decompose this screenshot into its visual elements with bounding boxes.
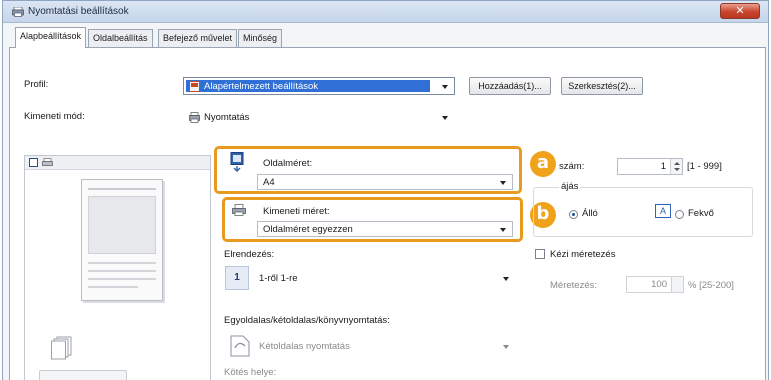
arrow-up-icon — [674, 162, 680, 165]
output-method-value: Nyomtatás — [204, 112, 250, 123]
copies-stepper[interactable]: 1 — [617, 158, 683, 175]
duplex-label: Egyoldalas/kétoldalas/könyvnyomtatás: — [224, 315, 390, 326]
edit-profile-button[interactable]: Szerkesztés(2)... — [561, 77, 643, 95]
scaling-label: Méretezés: — [550, 280, 597, 291]
profile-label: Profil: — [24, 79, 49, 90]
preview-line — [88, 270, 156, 272]
landscape-radio[interactable] — [675, 210, 684, 219]
profile-icon — [189, 81, 200, 92]
preview-line — [88, 188, 156, 190]
preview-toolbar — [25, 156, 210, 170]
badge-a: a — [530, 151, 556, 177]
preview-button[interactable] — [39, 370, 127, 380]
scaling-stepper[interactable]: 100 — [626, 276, 684, 293]
tab-finishing[interactable]: Befejező művelet — [158, 29, 238, 47]
add-profile-button[interactable]: Hozzáadás(1)... — [469, 77, 551, 95]
duplex-value: Kétoldalas nyomtatás — [259, 341, 350, 352]
print-preview-pane — [24, 155, 211, 380]
arrow-down-icon — [674, 168, 680, 171]
page-size-value: A4 — [263, 177, 275, 188]
preview-line — [88, 278, 156, 280]
tab-quality[interactable]: Minőség — [238, 29, 283, 47]
manual-scaling-checkbox[interactable] — [535, 249, 545, 259]
preview-image-block — [88, 196, 156, 254]
output-size-dropdown[interactable]: Oldalméret egyezzen — [257, 221, 513, 237]
printer-view-icon[interactable] — [42, 158, 53, 168]
binding-label: Kötés helye: — [224, 367, 277, 378]
landscape-icon: A — [655, 204, 671, 218]
landscape-label: Fekvő — [688, 208, 714, 219]
layout-dropdown[interactable]: 1 1-ről 1-re — [224, 263, 516, 293]
copies-value: 1 — [660, 161, 666, 172]
layout-icon: 1 — [225, 266, 249, 290]
output-method-dropdown[interactable]: Nyomtatás — [183, 108, 455, 126]
chevron-down-icon — [442, 85, 448, 89]
orientation-label: ájás — [559, 181, 581, 192]
duplex-dropdown[interactable]: Kétoldalas nyomtatás — [224, 331, 516, 361]
print-settings-window: Nyomtatási beállítások ✕ Alapbeállítások… — [2, 0, 769, 380]
layout-value: 1-ről 1-re — [259, 273, 298, 284]
printer-icon — [12, 7, 24, 17]
scaling-range: % [25-200] — [688, 280, 734, 291]
layout-label: Elrendezés: — [224, 249, 275, 260]
page-size-dropdown[interactable]: A4 — [257, 174, 513, 190]
chevron-down-icon — [500, 228, 506, 232]
portrait-label: Álló — [582, 208, 598, 219]
tab-basic-settings[interactable]: Alapbeállítások — [15, 27, 87, 48]
duplex-icon — [230, 335, 250, 357]
chevron-down-icon — [442, 116, 448, 120]
tab-page-setup[interactable]: Oldalbeállítás — [88, 29, 153, 47]
preview-page — [81, 179, 163, 301]
printer-icon — [232, 204, 246, 216]
page-size-label: Oldalméret: — [263, 158, 313, 169]
title-bar: Nyomtatási beállítások ✕ — [3, 1, 768, 23]
output-size-label: Kimeneti méret: — [263, 206, 330, 217]
page-size-icon — [230, 152, 244, 172]
manual-scaling-label: Kézi méretezés — [550, 249, 616, 260]
output-method-label: Kimeneti mód: — [24, 111, 85, 122]
chevron-down-icon — [500, 181, 506, 185]
chevron-down-icon — [503, 277, 509, 281]
portrait-radio[interactable] — [569, 210, 578, 219]
scaling-value: 100 — [651, 279, 667, 290]
chevron-down-icon — [503, 345, 509, 349]
close-button[interactable]: ✕ — [720, 3, 760, 19]
copies-range: [1 - 999] — [687, 161, 722, 172]
stepper-arrows-icon[interactable] — [670, 159, 682, 174]
preview-line — [88, 286, 138, 288]
page-stack-icon — [51, 336, 72, 360]
orientation-group — [533, 187, 753, 237]
printer-icon — [189, 112, 200, 123]
profile-dropdown[interactable]: Alapértelmezett beállítások — [183, 77, 455, 95]
page-view-icon[interactable] — [29, 158, 38, 167]
copies-label: szám: — [559, 161, 585, 172]
stepper-arrows-icon[interactable] — [671, 277, 683, 292]
profile-value: Alapértelmezett beállítások — [204, 81, 319, 92]
preview-line — [88, 262, 156, 264]
window-title: Nyomtatási beállítások — [28, 6, 129, 17]
output-size-value: Oldalméret egyezzen — [263, 224, 353, 235]
